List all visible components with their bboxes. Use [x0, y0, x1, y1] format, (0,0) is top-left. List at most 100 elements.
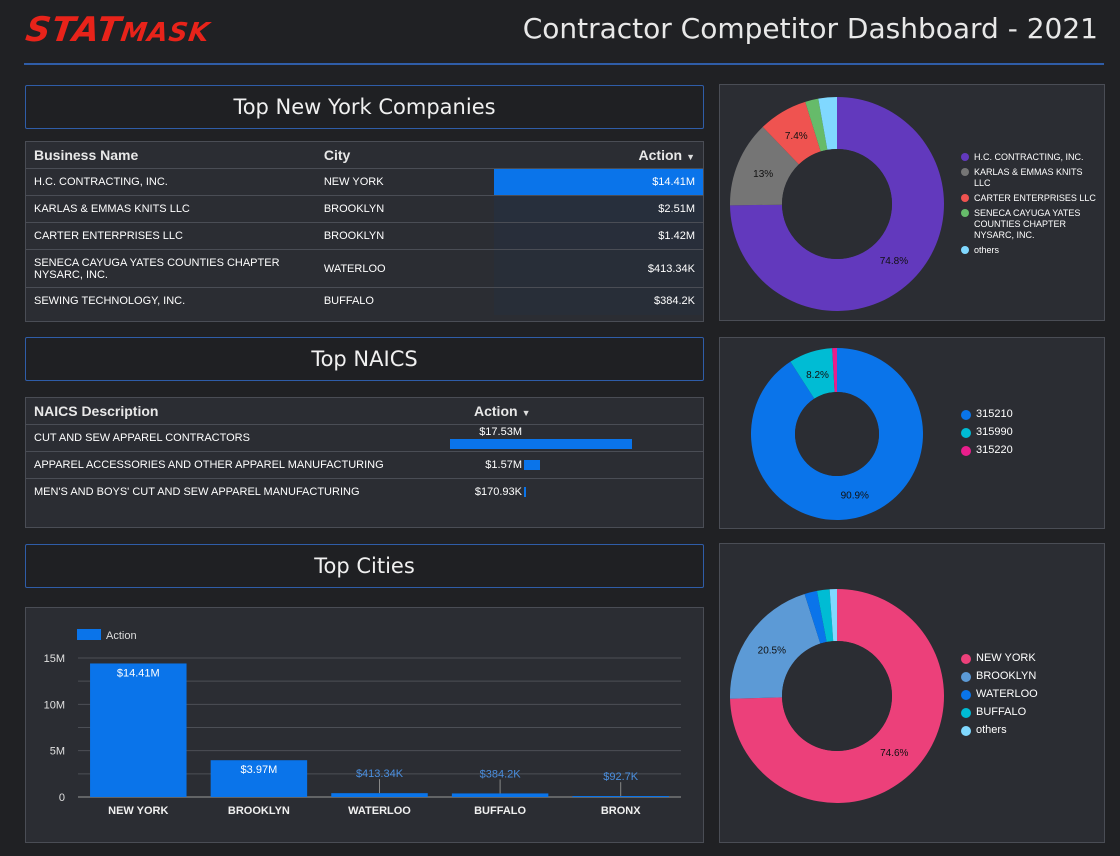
sort-desc-icon[interactable]: ▼ — [522, 408, 531, 418]
col-naics-action[interactable]: Action ▼ — [442, 398, 703, 425]
legend-dot-icon — [961, 153, 969, 161]
naics-action-bar — [524, 460, 541, 471]
legend-label: H.C. CONTRACTING, INC. — [974, 152, 1084, 162]
legend-dot-icon — [961, 209, 969, 217]
naics-action-value: $1.57M — [485, 459, 522, 471]
legend-item[interactable]: 315210 — [961, 409, 1096, 420]
x-tick-label: NEW YORK — [108, 805, 168, 817]
legend-item[interactable]: others — [961, 245, 1096, 256]
bar[interactable] — [90, 663, 187, 797]
bar[interactable] — [451, 793, 549, 797]
col-business-name[interactable]: Business Name — [26, 142, 316, 169]
bar-legend-label: Action — [106, 630, 137, 642]
y-tick-label: 0 — [59, 792, 65, 804]
legend-item[interactable]: others — [961, 725, 1096, 736]
company-action-cell: $14.41M — [494, 168, 703, 196]
col-naics-description[interactable]: NAICS Description — [26, 398, 442, 425]
legend-item[interactable]: 315220 — [961, 445, 1096, 456]
legend-item[interactable]: 315990 — [961, 427, 1096, 438]
company-action-value: $14.41M — [652, 176, 695, 188]
legend-label: 315210 — [976, 408, 1013, 420]
slice-label: 13% — [753, 169, 773, 180]
legend-label: WATERLOO — [976, 688, 1038, 700]
naics-row[interactable]: CUT AND SEW APPAREL CONTRACTORS $17.53M — [26, 424, 703, 452]
legend-item[interactable]: H.C. CONTRACTING, INC. — [961, 152, 1096, 163]
legend-item[interactable]: WATERLOO — [961, 689, 1096, 700]
legend-item[interactable]: KARLAS & EMMAS KNITS LLC — [961, 167, 1096, 189]
col-city[interactable]: City — [316, 142, 494, 169]
naics-description-cell: CUT AND SEW APPAREL CONTRACTORS — [26, 424, 442, 452]
x-tick-label: BRONX — [601, 805, 641, 817]
legend-dot-icon — [961, 672, 971, 682]
company-row[interactable]: KARLAS & EMMAS KNITS LLC BROOKLYN $2.51M — [26, 195, 703, 223]
company-action-value: $413.34K — [647, 262, 695, 275]
legend-label: KARLAS & EMMAS KNITS LLC — [974, 167, 1083, 188]
company-row[interactable]: SEWING TECHNOLOGY, INC. BUFFALO $384.2K — [26, 287, 703, 315]
legend-dot-icon — [961, 726, 971, 736]
statmask-logo: STATMASK — [23, 10, 212, 50]
legend-dot-icon — [961, 654, 971, 664]
legend-label: CARTER ENTERPRISES LLC — [974, 193, 1096, 203]
naics-action-bar — [450, 439, 632, 450]
legend-label: SENECA CAYUGA YATES COUNTIES CHAPTER NYS… — [974, 208, 1081, 240]
company-action-cell: $384.2K — [494, 287, 703, 315]
naics-pie-panel: 90.9% 8.2% 315210 315990 315220 — [719, 337, 1105, 529]
naics-table: NAICS Description Action ▼ CUT AND SEW AP… — [26, 398, 703, 506]
naics-action-value: $17.53M — [479, 426, 522, 438]
company-row[interactable]: CARTER ENTERPRISES LLC BROOKLYN $1.42M — [26, 222, 703, 250]
naics-action-cell: $17.53M — [442, 424, 703, 452]
companies-section-title: Top New York Companies — [25, 85, 704, 129]
company-row[interactable]: SENECA CAYUGA YATES COUNTIES CHAPTER NYS… — [26, 249, 703, 288]
naics-row[interactable]: APPAREL ACCESSORIES AND OTHER APPAREL MA… — [26, 451, 703, 479]
naics-action-bar — [524, 487, 526, 498]
header-divider — [24, 63, 1104, 65]
company-city-cell: BROOKLYN — [315, 195, 495, 223]
col-action[interactable]: Action ▼ — [494, 142, 703, 169]
legend-item[interactable]: SENECA CAYUGA YATES COUNTIES CHAPTER NYS… — [961, 208, 1096, 241]
companies-donut-legend: H.C. CONTRACTING, INC. KARLAS & EMMAS KNI… — [961, 152, 1096, 260]
naics-donut-legend: 315210 315990 315220 — [961, 409, 1096, 463]
legend-label: BUFFALO — [976, 706, 1027, 718]
naics-action-cell: $170.93K — [442, 478, 703, 506]
legend-item[interactable]: BUFFALO — [961, 707, 1096, 718]
bar-value-label: $384.2K — [480, 768, 522, 780]
legend-label: others — [974, 245, 1000, 255]
slice-label: 74.6% — [880, 748, 908, 759]
x-tick-label: WATERLOO — [348, 805, 411, 817]
company-city-cell: NEW YORK — [315, 168, 495, 196]
legend-dot-icon — [961, 690, 971, 700]
legend-item[interactable]: BROOKLYN — [961, 671, 1096, 682]
y-tick-label: 10M — [44, 699, 65, 711]
bar[interactable] — [331, 793, 428, 797]
slice-label: 74.8% — [880, 256, 908, 267]
legend-item[interactable]: CARTER ENTERPRISES LLC — [961, 193, 1096, 204]
bar-legend-swatch — [77, 629, 101, 640]
legend-dot-icon — [961, 410, 971, 420]
legend-label: 315990 — [976, 426, 1013, 438]
slice-label: 20.5% — [758, 646, 786, 657]
company-row[interactable]: H.C. CONTRACTING, INC. NEW YORK $14.41M — [26, 168, 703, 196]
legend-dot-icon — [961, 446, 971, 456]
legend-dot-icon — [961, 708, 971, 718]
cities-bar-chart: Action 0 5M 10M 15M $14.41M NEW YORK $3.97M BROO… — [44, 629, 681, 817]
y-tick-label: 5M — [50, 746, 65, 758]
cities-section-title: Top Cities — [25, 544, 704, 588]
naics-section-title: Top NAICS — [25, 337, 704, 381]
cities-bar-panel: Action 0 5M 10M 15M $14.41M NEW YORK $3.97M BROO… — [25, 607, 704, 843]
company-name-cell: CARTER ENTERPRISES LLC — [26, 222, 316, 250]
company-city-cell: BROOKLYN — [315, 222, 495, 250]
legend-dot-icon — [961, 194, 969, 202]
sort-desc-icon[interactable]: ▼ — [686, 152, 695, 162]
bar-value-label: $14.41M — [117, 667, 160, 679]
donut-hole — [782, 641, 892, 751]
legend-dot-icon — [961, 246, 969, 254]
legend-label: others — [976, 724, 1007, 736]
bar[interactable] — [572, 796, 669, 797]
legend-item[interactable]: NEW YORK — [961, 653, 1096, 664]
bar-value-label: $3.97M — [241, 764, 278, 776]
company-action-cell: $2.51M — [494, 195, 703, 223]
naics-donut-chart: 90.9% 8.2% — [751, 348, 923, 520]
naics-row[interactable]: MEN'S AND BOYS' CUT AND SEW APPAREL MANU… — [26, 478, 703, 506]
page-title: Contractor Competitor Dashboard - 2021 — [522, 12, 1098, 45]
company-name-cell: KARLAS & EMMAS KNITS LLC — [26, 195, 316, 223]
